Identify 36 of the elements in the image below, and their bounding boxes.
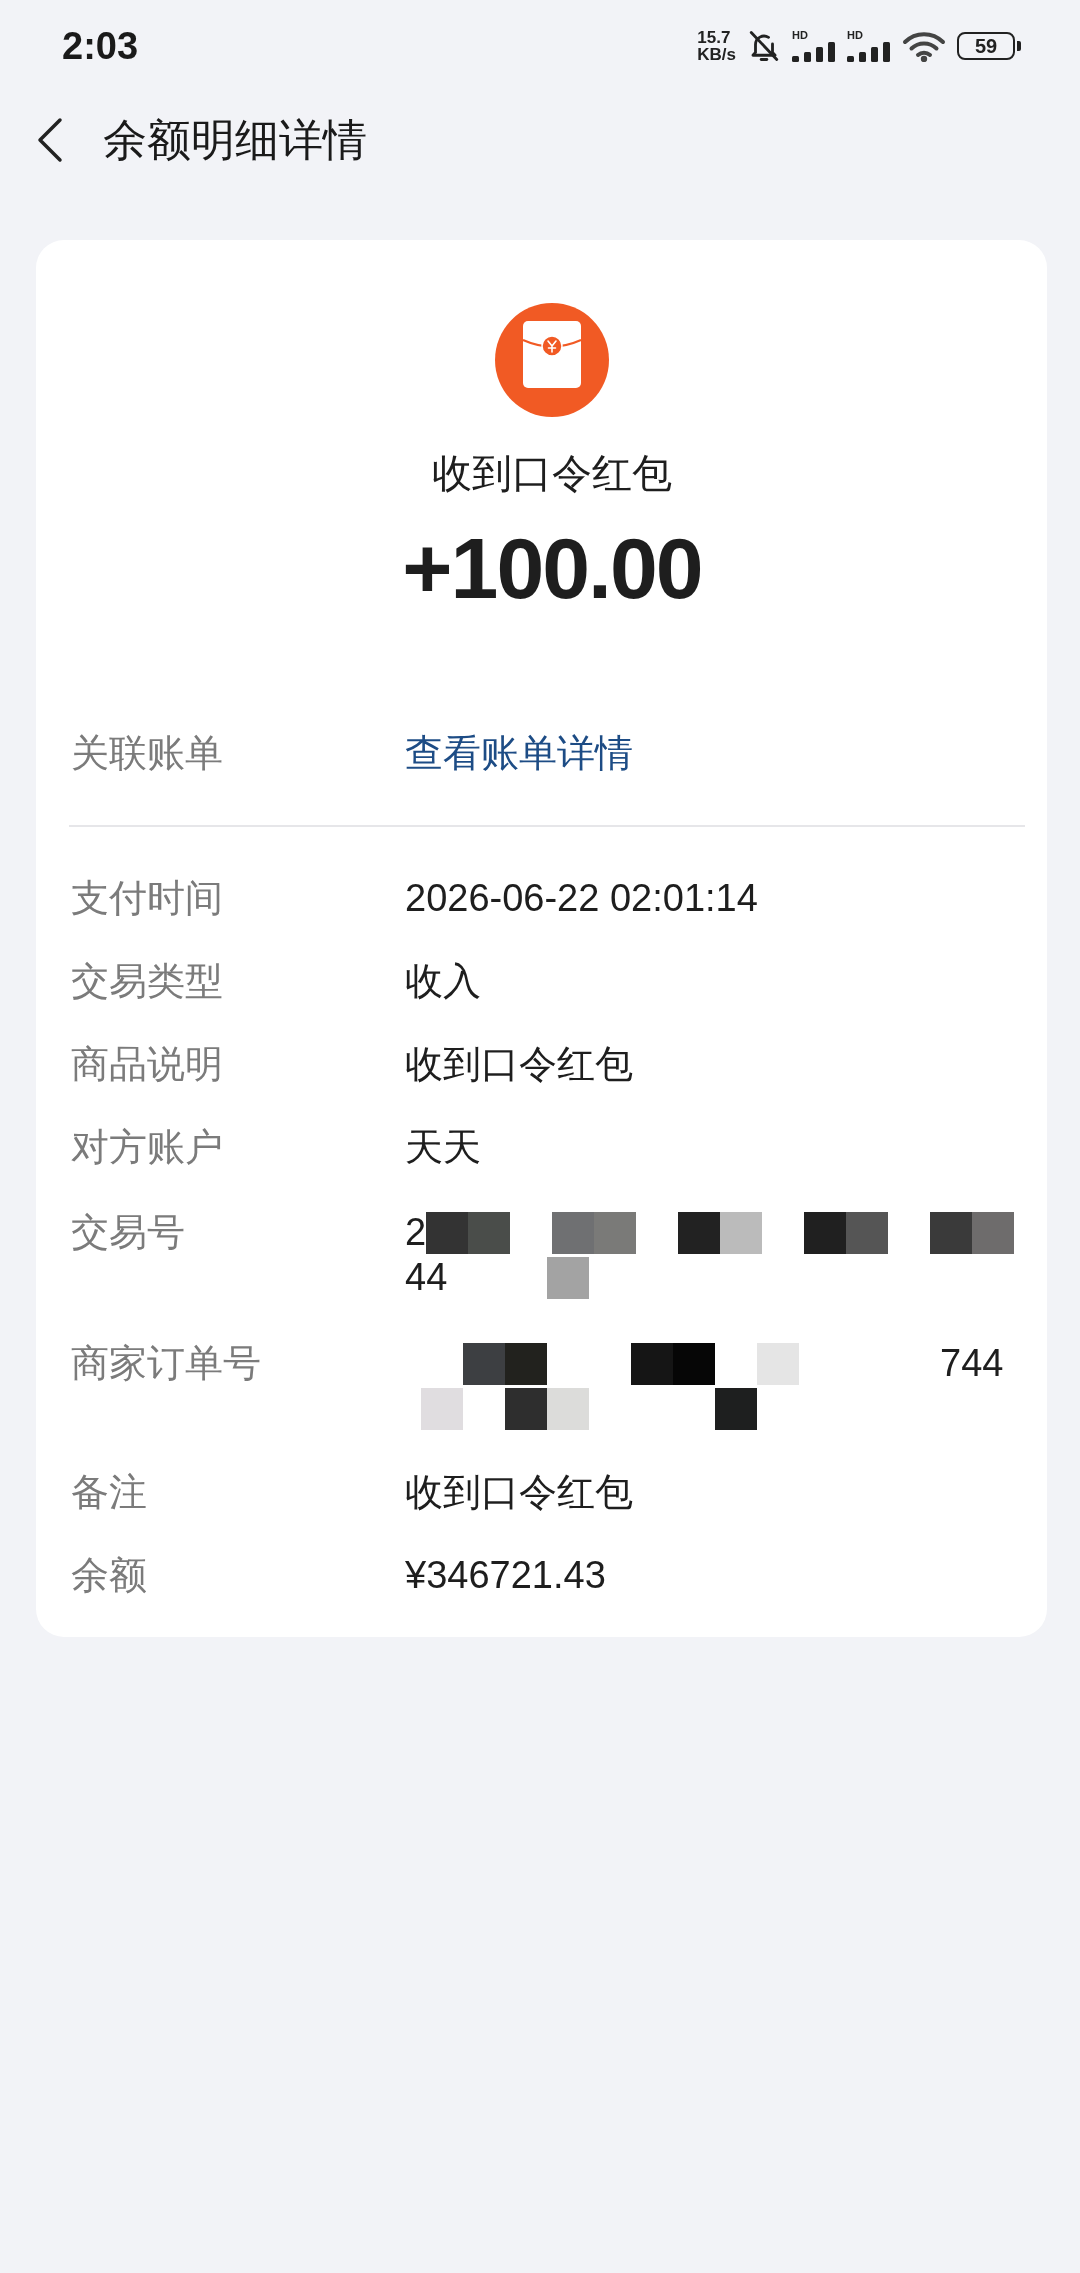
field-label: 支付时间 — [71, 876, 224, 921]
field-label: 交易类型 — [71, 959, 224, 1004]
chevron-left-icon — [36, 117, 64, 163]
signal-bars-icon — [847, 42, 891, 62]
field-value: 收到口令红包 — [405, 1042, 633, 1087]
signal-type-label: HD — [847, 30, 863, 41]
signal-type-label: HD — [792, 30, 808, 41]
signal-bars-icon — [792, 42, 836, 62]
network-speed-unit: KB/s — [697, 46, 736, 63]
field-label: 备注 — [71, 1470, 148, 1515]
field-value: 收入 — [405, 959, 481, 1004]
partial-field-value: 44 — [405, 1255, 448, 1300]
field-value: 天天 — [405, 1125, 481, 1170]
field-value: 2026-06-22 02:01:14 — [405, 876, 758, 921]
page-title: 余额明细详情 — [103, 118, 367, 162]
partial-field-value: 744 — [940, 1341, 1004, 1386]
field-value: ¥346721.43 — [405, 1553, 606, 1598]
wifi-icon — [902, 30, 946, 62]
mosaic-redaction-drawing — [547, 1256, 590, 1299]
field-label: 商家订单号 — [71, 1341, 262, 1386]
muted-bell-icon — [747, 29, 781, 63]
back-button[interactable] — [36, 116, 64, 164]
field-label: 交易号 — [71, 1210, 186, 1255]
envelope-icon — [495, 303, 609, 417]
field-label: 关联账单 — [71, 731, 224, 776]
transaction-title: 收到口令红包 — [432, 450, 672, 497]
bill-details-link[interactable]: 查看账单详情 — [405, 731, 633, 776]
battery-percentage: 59 — [974, 36, 998, 56]
field-label: 对方账户 — [71, 1125, 224, 1170]
partial-field-value: 2 — [405, 1210, 427, 1255]
amount-text: +100.00 — [402, 525, 702, 611]
field-value: 收到口令红包 — [405, 1470, 633, 1515]
field-label: 商品说明 — [71, 1042, 224, 1087]
network-speed-value: 15.7 — [697, 29, 732, 46]
status-time: 2:03 — [62, 27, 139, 65]
field-label: 余额 — [71, 1553, 148, 1598]
